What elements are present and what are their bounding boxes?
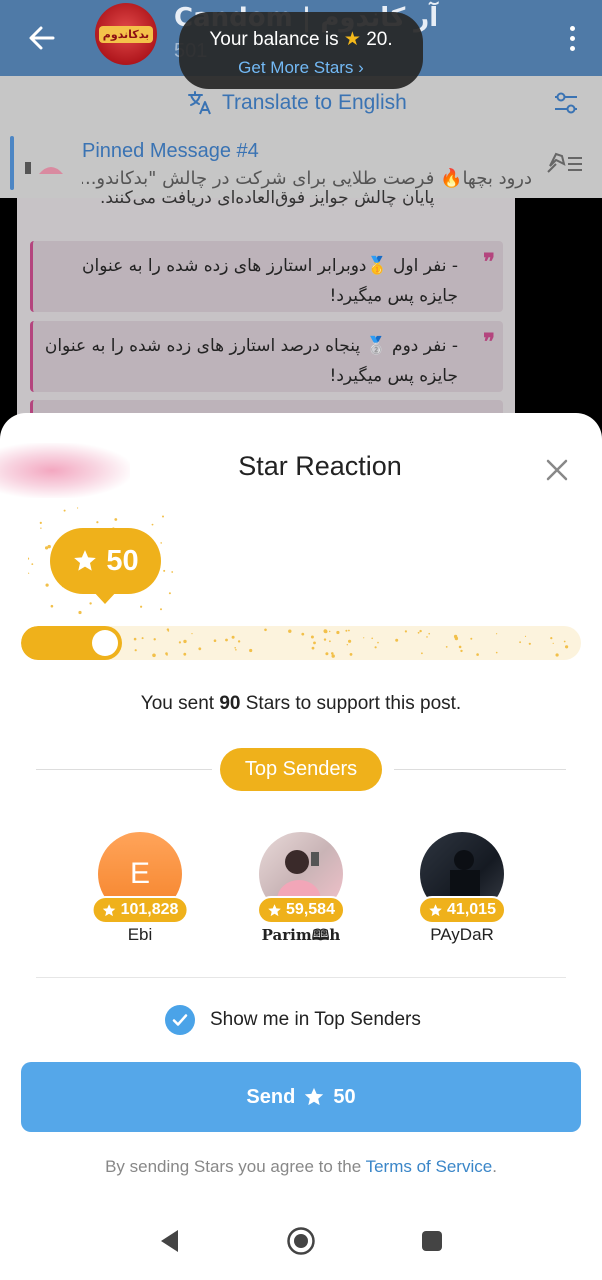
close-icon[interactable] [541, 454, 573, 486]
top-sender-1[interactable]: E 101,828 Ebi [80, 832, 200, 945]
back-arrow-icon [29, 26, 55, 50]
top-sender-2[interactable]: 59,584 Parim🕮h [241, 832, 361, 950]
more-vertical-icon [569, 25, 575, 31]
selected-amount: 50 [106, 544, 139, 577]
translate-label: Translate to English [222, 91, 407, 114]
avatar-initial: E [129, 857, 150, 890]
pinned-text: درود بچها🔥 فرصت طلایی برای شرکت در چالش … [82, 168, 532, 189]
star-icon: ★ [343, 29, 361, 50]
sender-star-count: 59,584 [257, 896, 345, 924]
sender-star-count: 41,015 [418, 896, 506, 924]
message-quote-1: ❞ - نفر اول 🥇دوبرابر استارز های زده شده … [30, 241, 503, 312]
star-icon [102, 903, 116, 916]
divider-left [36, 769, 212, 770]
star-icon [268, 903, 281, 916]
divider [36, 977, 566, 978]
star-icon [429, 903, 442, 916]
nav-recents-icon[interactable] [421, 1230, 443, 1252]
quote-mark-icon: ❞ [483, 329, 495, 354]
sent-prefix: You sent [140, 693, 215, 714]
show-in-top-senders-checkbox[interactable] [165, 1005, 195, 1035]
translate-button[interactable]: Translate to English [186, 89, 407, 117]
sent-amount: 90 [219, 693, 241, 714]
nav-back-icon[interactable] [158, 1228, 182, 1254]
pinned-list-icon[interactable] [544, 150, 584, 178]
message-top-line: پایان چالش جوایز فوق‌العاده‌ای دریافت می… [100, 188, 435, 208]
pinned-thumbnail [25, 162, 63, 174]
sender-name: Parim🕮h [261, 926, 341, 944]
balance-value: 20. [366, 29, 393, 50]
sender-count-value: 101,828 [120, 901, 179, 918]
quote-text-2: - نفر دوم 🥈 پنجاه درصد استارز های زده شد… [44, 336, 458, 386]
bubble-tail [92, 590, 118, 604]
balance-text: Your balance is ★ 20. [179, 28, 423, 51]
top-sender-3[interactable]: 41,015 PAyDaR [402, 832, 522, 945]
show-in-top-senders-label[interactable]: Show me in Top Senders [210, 1009, 421, 1031]
balance-toast: Your balance is ★ 20. Get More Stars › [179, 12, 423, 89]
sender-count-value: 59,584 [286, 901, 335, 918]
top-senders-chip: Top Senders [220, 748, 382, 791]
star-icon [305, 1087, 324, 1106]
slider-thumb[interactable] [92, 630, 118, 656]
terms-prefix: By sending Stars you agree to the [105, 1157, 362, 1176]
balance-prefix: Your balance is [209, 29, 339, 50]
back-button[interactable] [22, 18, 62, 58]
selected-amount-bubble: 50 [50, 528, 161, 594]
sent-summary: You sent 90 Stars to support this post. [0, 693, 602, 715]
channel-avatar[interactable]: بدكاندوم [95, 3, 157, 65]
message-quote-2: ❞ - نفر دوم 🥈 پنجاه درصد استارز های زده … [30, 321, 503, 392]
star-icon [74, 550, 97, 571]
sender-star-count: 101,828 [91, 896, 189, 924]
translate-icon [188, 91, 211, 115]
nav-home-icon[interactable] [286, 1226, 316, 1256]
terms-of-service-link[interactable]: Terms of Service [366, 1157, 493, 1176]
quote-text-1: - نفر اول 🥇دوبرابر استارز های زده شده را… [81, 256, 458, 306]
get-more-stars-link[interactable]: Get More Stars › [179, 58, 423, 78]
pinned-indicator [10, 136, 14, 190]
terms-suffix: . [492, 1157, 497, 1176]
more-menu-button[interactable] [560, 18, 584, 58]
sheet-title: Star Reaction [238, 451, 402, 481]
sender-count-value: 41,015 [447, 901, 496, 918]
sent-suffix: Stars to support this post. [245, 693, 462, 714]
tune-icon[interactable] [552, 89, 580, 117]
send-label: Send [246, 1085, 296, 1108]
pinned-title: Pinned Message #4 [82, 140, 259, 162]
sender-name: PAyDaR [430, 925, 494, 944]
send-stars-button[interactable]: Send 50 [21, 1062, 581, 1132]
divider-right [394, 769, 566, 770]
check-icon [172, 1014, 188, 1026]
channel-avatar-text: بدكاندوم [98, 25, 154, 43]
terms-notice: By sending Stars you agree to the Terms … [0, 1157, 602, 1177]
sender-name: Ebi [127, 925, 153, 944]
quote-mark-icon: ❞ [483, 249, 495, 274]
send-amount: 50 [333, 1085, 356, 1108]
